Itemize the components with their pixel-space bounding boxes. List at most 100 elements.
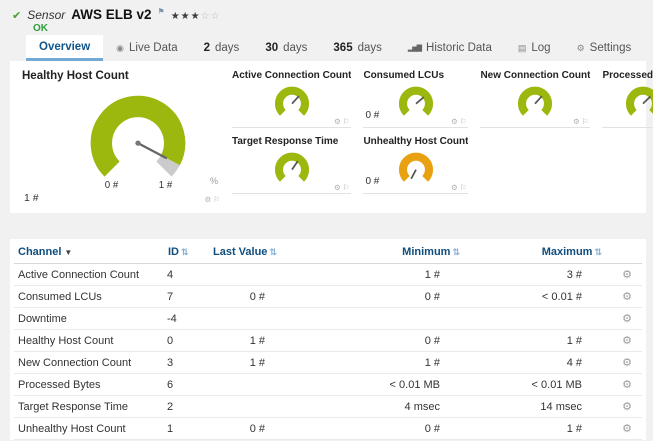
gauge-settings-icon[interactable]: ⚙ xyxy=(451,183,460,192)
channel-maximum: 1 # xyxy=(464,417,606,440)
gauge-icons: ⚙⚐ xyxy=(451,117,468,126)
channel-id: 3 xyxy=(164,351,209,374)
table-header-row: Channel ▼ ID ⇅ Last Value ⇅ Minimum ⇅ Maximu… xyxy=(14,239,642,264)
stars-filled[interactable]: ★★★ xyxy=(171,11,201,22)
table-row: New Connection Count 3 1 # 1 # 4 # ⚙ xyxy=(14,351,642,374)
gauge-settings-icon[interactable]: ⚙ xyxy=(334,183,343,192)
main-gauge-scale-max: 1 # xyxy=(159,180,173,191)
tab-365-days[interactable]: 365 days xyxy=(320,35,394,61)
gauge-flag-icon[interactable]: ⚐ xyxy=(460,117,469,126)
gauge-flag-icon[interactable]: ⚐ xyxy=(343,117,352,126)
table-row: Unhealthy Host Count 1 0 # 0 # 1 # ⚙ xyxy=(14,417,642,440)
gauge-icons: ⚙⚐ xyxy=(573,117,590,126)
channel-settings-icon[interactable]: ⚙ xyxy=(622,335,632,347)
channel-settings-icon[interactable]: ⚙ xyxy=(622,357,632,369)
gauge-flag-icon[interactable]: ⚐ xyxy=(582,117,591,126)
channel-name: Downtime xyxy=(14,307,164,330)
main-gauge: 0 # 1 # xyxy=(90,95,186,191)
channel-minimum xyxy=(289,307,464,330)
gauge-dial xyxy=(518,86,553,116)
channel-id: 1 xyxy=(164,417,209,440)
priority-flag-icon[interactable]: ⚑ xyxy=(158,7,165,16)
priority-stars[interactable]: ★★★☆☆ xyxy=(171,11,221,22)
channel-last-value xyxy=(209,307,289,330)
channel-id: -4 xyxy=(164,307,209,330)
tab-30-days[interactable]: 30 days xyxy=(252,35,320,61)
gauge-settings-icon[interactable]: ⚙ xyxy=(451,117,460,126)
gauge-icons: ⚙⚐ xyxy=(334,117,351,126)
tab-overview[interactable]: Overview xyxy=(26,35,104,61)
channel-last-value: 0 # xyxy=(209,285,289,308)
channel-name: Target Response Time xyxy=(14,395,164,418)
channel-name: Processed Bytes xyxy=(14,373,164,396)
channel-maximum: 1 # xyxy=(464,329,606,352)
tab-historic-data[interactable]: ▂▅▇ Historic Data xyxy=(395,35,505,61)
tab-settings[interactable]: ⚙ Settings xyxy=(564,35,645,61)
gauge-flag-icon[interactable]: ⚐ xyxy=(460,183,469,192)
gauge-title: Unhealthy Host Count xyxy=(363,136,469,147)
gauge-title: Processed Bytes xyxy=(602,70,653,81)
gauge-active-connection-count: Active Connection Count ⚙⚐ xyxy=(232,70,352,128)
channel-minimum: 1 # xyxy=(289,263,464,286)
col-header-last-value[interactable]: Last Value ⇅ xyxy=(209,239,289,264)
gauge-flag-icon[interactable]: ⚐ xyxy=(343,183,352,192)
col-id-label: ID xyxy=(168,246,179,258)
channel-settings-icon[interactable]: ⚙ xyxy=(622,269,632,281)
table-row: Consumed LCUs 7 0 # 0 # < 0.01 # ⚙ xyxy=(14,285,642,308)
tab-log-label: Log xyxy=(531,42,551,54)
stars-empty[interactable]: ☆☆ xyxy=(201,11,221,22)
tab-30-days-num: 30 xyxy=(265,42,279,54)
table-row: Processed Bytes 6 < 0.01 MB < 0.01 MB ⚙ xyxy=(14,373,642,396)
tab-live-data[interactable]: ◉ Live Data xyxy=(103,35,190,61)
gauge-dial xyxy=(625,86,653,116)
gauge-title: New Connection Count xyxy=(480,70,591,81)
table-row: Healthy Host Count 0 1 # 0 # 1 # ⚙ xyxy=(14,329,642,352)
channel-maximum: 14 msec xyxy=(464,395,606,418)
channel-last-value xyxy=(209,263,289,286)
sensor-kicker: Sensor xyxy=(27,8,66,22)
overview-panel: Healthy Host Count 0 # 1 # 1 # % ⚙⚐ Acti… xyxy=(10,61,653,213)
col-header-minimum[interactable]: Minimum ⇅ xyxy=(289,239,464,264)
gauge-settings-icon[interactable]: ⚙ xyxy=(573,117,582,126)
channel-maximum: < 0.01 MB xyxy=(464,373,606,396)
gauge-new-connection-count: New Connection Count ⚙⚐ xyxy=(480,70,591,128)
gauge-value: 0 # xyxy=(365,176,380,187)
channel-settings-icon[interactable]: ⚙ xyxy=(622,313,632,325)
gauge-flag-icon[interactable]: ⚐ xyxy=(213,195,222,204)
sensor-status-badge: OK xyxy=(33,23,48,34)
gauge-settings-icon[interactable]: ⚙ xyxy=(205,195,214,204)
main-gauge-current-value: 1 # xyxy=(24,192,39,204)
channel-maximum: < 0.01 # xyxy=(464,285,606,308)
channel-settings-icon[interactable]: ⚙ xyxy=(622,379,632,391)
channel-name: New Connection Count xyxy=(14,351,164,374)
channel-settings-icon[interactable]: ⚙ xyxy=(622,291,632,303)
channel-minimum: < 0.01 MB xyxy=(289,373,464,396)
main-gauge-title: Healthy Host Count xyxy=(22,70,129,82)
gauge-icons: ⚙⚐ xyxy=(451,183,468,192)
tab-30-days-label: days xyxy=(283,42,308,54)
col-channel-label: Channel xyxy=(18,246,62,258)
channel-settings-icon[interactable]: ⚙ xyxy=(622,401,632,413)
live-data-icon: ◉ xyxy=(116,42,125,53)
tab-365-days-label: days xyxy=(357,42,382,54)
channel-last-value xyxy=(209,395,289,418)
col-header-maximum[interactable]: Maximum ⇅ xyxy=(464,239,606,264)
tab-2-days[interactable]: 2 days xyxy=(191,35,253,61)
tab-2-days-num: 2 xyxy=(203,42,211,54)
channel-name: Consumed LCUs xyxy=(14,285,164,308)
channel-name: Unhealthy Host Count xyxy=(14,417,164,440)
tab-2-days-label: days xyxy=(215,42,240,54)
channel-minimum: 4 msec xyxy=(289,395,464,418)
gauge-processed-bytes: Processed Bytes ⚙⚐ xyxy=(602,70,653,128)
gauge-settings-icon[interactable]: ⚙ xyxy=(334,117,343,126)
sensor-header: ✔ Sensor AWS ELB v2 ⚑ ★★★☆☆ OK xyxy=(0,0,653,34)
channel-name: Healthy Host Count xyxy=(14,329,164,352)
channel-minimum: 0 # xyxy=(289,417,464,440)
tab-log[interactable]: ▤ Log xyxy=(505,35,564,61)
col-header-id[interactable]: ID ⇅ xyxy=(164,239,209,264)
settings-gear-icon: ⚙ xyxy=(576,42,585,53)
channel-settings-icon[interactable]: ⚙ xyxy=(622,423,632,435)
gauge-dial xyxy=(274,152,309,182)
col-header-channel[interactable]: Channel ▼ xyxy=(14,239,164,264)
sort-icon: ⇅ xyxy=(452,247,460,257)
